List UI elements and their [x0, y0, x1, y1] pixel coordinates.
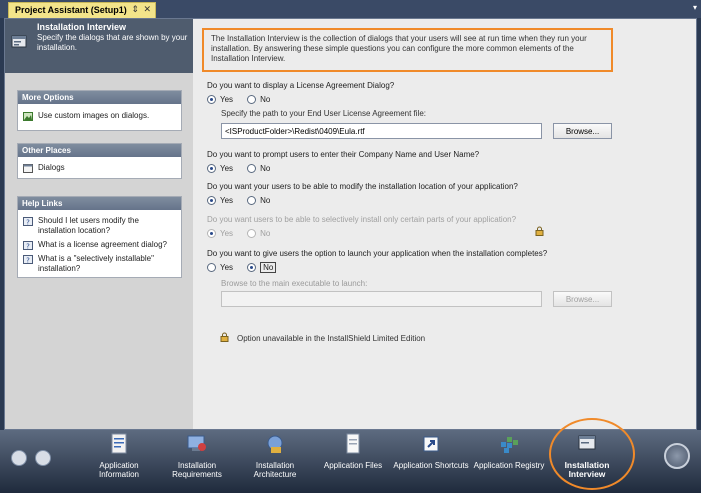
requirements-icon: [187, 435, 206, 451]
unavailable-note: Option unavailable in the InstallShield …: [237, 334, 426, 343]
custom-images-icon: [23, 112, 33, 121]
help-link-item[interactable]: ? Should I let users modify the installa…: [18, 214, 181, 238]
location-no-radio[interactable]: [247, 195, 257, 205]
launch-path-label: Browse to the main executable to launch:: [221, 279, 368, 288]
help-icon: ?: [23, 217, 33, 226]
other-places-item[interactable]: Dialogs: [18, 161, 181, 175]
company-no-radio[interactable]: [247, 163, 257, 173]
custom-images-link[interactable]: Use custom images on dialogs.: [38, 111, 149, 120]
assistant-frame: Installation Interview Specify the dialo…: [4, 18, 697, 430]
company-yes-label[interactable]: Yes: [220, 164, 233, 173]
license-yes-radio[interactable]: [207, 94, 216, 104]
modify-location-radio-group: Yes No: [207, 194, 280, 206]
selective-yes-radio: [207, 228, 216, 238]
next-button[interactable]: [664, 443, 690, 469]
license-no-label[interactable]: No: [260, 95, 270, 104]
interview-header-icon: [11, 35, 27, 48]
shortcut-icon: [423, 436, 439, 452]
nav-application-files[interactable]: Application Files: [314, 432, 392, 492]
nav-installation-requirements[interactable]: Installation Requirements: [158, 432, 236, 492]
more-options-box: More Options Use custom images on dialog…: [17, 90, 182, 131]
nav-application-shortcuts[interactable]: Application Shortcuts: [392, 432, 470, 492]
launch-no-radio[interactable]: [247, 262, 257, 272]
svg-text:?: ?: [26, 219, 30, 227]
company-name-question: Do you want to prompt users to enter the…: [207, 150, 480, 159]
more-options-title: More Options: [18, 91, 181, 104]
svg-text:?: ?: [26, 243, 30, 251]
left-header-title: Installation Interview: [37, 22, 127, 32]
other-places-title: Other Places: [18, 144, 181, 157]
nav-application-registry[interactable]: Application Registry: [470, 432, 548, 492]
nav-application-information[interactable]: Application Information: [80, 432, 158, 492]
nav-label: Installation Architecture: [253, 461, 297, 479]
lock-icon: [220, 332, 229, 342]
left-header: Installation Interview Specify the dialo…: [5, 19, 193, 73]
active-step-highlight: [549, 418, 635, 490]
launch-path-input: [221, 291, 542, 307]
launch-yes-label[interactable]: Yes: [220, 263, 233, 272]
eula-browse-button[interactable]: Browse...: [553, 123, 612, 139]
document-tab[interactable]: Project Assistant (Setup1) ⇕ ✕: [8, 2, 156, 18]
help-link-item[interactable]: ? What is a "selectively installable" in…: [18, 252, 181, 276]
launch-app-question: Do you want to give users the option to …: [207, 249, 548, 258]
launch-no-label[interactable]: No: [260, 261, 277, 273]
help-links-box: Help Links ? Should I let users modify t…: [17, 196, 182, 278]
company-yes-radio[interactable]: [207, 163, 216, 173]
files-icon: [346, 433, 360, 454]
location-yes-radio[interactable]: [207, 195, 216, 205]
left-panel: Installation Interview Specify the dialo…: [5, 19, 193, 429]
home-button[interactable]: [11, 450, 27, 466]
help-link-license-dialog[interactable]: What is a license agreement dialog?: [38, 240, 167, 249]
nav-label: Application Files: [323, 461, 383, 470]
selective-yes-label: Yes: [220, 228, 234, 238]
help-icon: ?: [23, 255, 33, 264]
modify-location-question: Do you want your users to be able to mod…: [207, 182, 518, 191]
selective-no-radio: [247, 228, 257, 238]
dialogs-link[interactable]: Dialogs: [38, 163, 65, 172]
help-link-modify-location[interactable]: Should I let users modify the installati…: [38, 216, 139, 235]
dialogs-icon: [23, 164, 33, 173]
license-no-radio[interactable]: [247, 94, 257, 104]
document-tab-strip: Project Assistant (Setup1) ⇕ ✕ ▾: [0, 0, 701, 18]
eula-path-label: Specify the path to your End User Licens…: [221, 109, 427, 118]
help-link-selectively-installable[interactable]: What is a "selectively installable" inst…: [38, 254, 154, 273]
back-button[interactable]: [35, 450, 51, 466]
registry-icon: [501, 437, 518, 453]
launch-browse-button: Browse...: [553, 291, 612, 307]
location-no-label[interactable]: No: [260, 196, 270, 205]
location-yes-label[interactable]: Yes: [220, 196, 233, 205]
pin-icon[interactable]: ⇕: [131, 4, 139, 15]
license-yes-label[interactable]: Yes: [220, 95, 233, 104]
license-question: Do you want to display a License Agreeme…: [207, 81, 395, 90]
selective-install-question: Do you want users to be able to selectiv…: [207, 215, 517, 224]
launch-yes-radio[interactable]: [207, 262, 216, 272]
lock-icon: [535, 226, 544, 236]
help-icon: ?: [23, 241, 33, 250]
eula-path-input[interactable]: [221, 123, 542, 139]
svg-text:?: ?: [26, 257, 30, 265]
nav-label: Installation Requirements: [172, 461, 222, 479]
selective-install-radio-group: Yes No: [207, 227, 280, 239]
close-icon[interactable]: ✕: [143, 4, 151, 15]
help-links-title: Help Links: [18, 197, 181, 210]
tab-list-dropdown-icon[interactable]: ▾: [693, 3, 697, 12]
nav-label: Application Information: [98, 461, 140, 479]
selective-no-label: No: [260, 228, 271, 238]
main-panel: The Installation Interview is the collec…: [193, 19, 696, 429]
launch-app-radio-group: Yes No: [207, 261, 286, 273]
help-link-item[interactable]: ? What is a license agreement dialog?: [18, 238, 181, 252]
architecture-icon: [267, 435, 283, 453]
more-options-item[interactable]: Use custom images on dialogs.: [18, 109, 181, 123]
intro-text: The Installation Interview is the collec…: [202, 28, 613, 72]
license-radio-group: Yes No: [207, 93, 280, 105]
left-header-subtitle: Specify the dialogs that are shown by yo…: [37, 33, 188, 52]
company-no-label[interactable]: No: [260, 164, 270, 173]
nav-label: Application Registry: [473, 461, 545, 470]
nav-label: Application Shortcuts: [393, 461, 469, 470]
other-places-box: Other Places Dialogs: [17, 143, 182, 179]
app-info-icon: [111, 433, 127, 454]
nav-installation-architecture[interactable]: Installation Architecture: [236, 432, 314, 492]
company-name-radio-group: Yes No: [207, 162, 280, 174]
document-tab-title: Project Assistant (Setup1): [15, 5, 127, 15]
